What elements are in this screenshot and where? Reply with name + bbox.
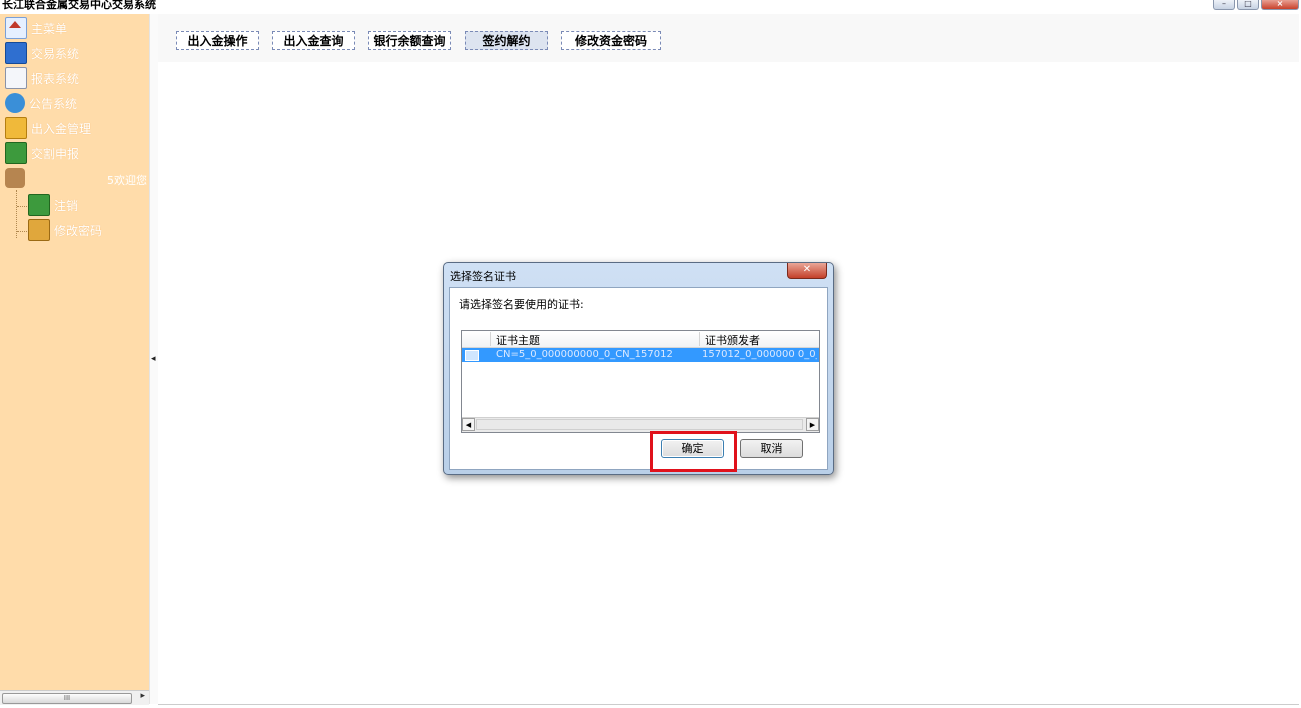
select-certificate-dialog: 选择签名证书 ✕ 请选择签名要使用的证书: 证书主题 证书颁发者 CN=5_0_… <box>443 262 834 475</box>
dialog-prompt: 请选择签名要使用的证书: <box>459 298 584 311</box>
deposit-withdraw-query-button[interactable]: 出入金查询 <box>272 31 355 50</box>
sidebar-item-label: 公告系统 <box>29 96 78 111</box>
window-title: 长江联合金属交易中心交易系统 <box>2 0 156 11</box>
sidebar: 主菜单 交易系统 报表系统 公告系统 出入金管理 交割申报 5欢迎您 注销 修改… <box>0 14 149 690</box>
sidebar-horizontal-scrollbar[interactable]: III ▸ <box>0 690 149 705</box>
sidebar-item-funds[interactable]: 出入金管理 <box>5 117 91 139</box>
tree-branch <box>17 206 27 207</box>
certificate-subject: CN=5_0_000000000_0_CN_157012 <box>496 349 673 360</box>
scroll-right-arrow-icon[interactable]: ▶ <box>806 418 819 431</box>
cup-icon <box>5 168 25 188</box>
sidebar-item-delivery[interactable]: 交割申报 <box>5 142 79 164</box>
certificate-icon <box>465 350 479 361</box>
sidebar-item-label: 交易系统 <box>31 46 80 61</box>
sidebar-item-label: 修改密码 <box>54 223 103 238</box>
cancel-button[interactable]: 取消 <box>740 439 803 458</box>
sidebar-item-label: 主菜单 <box>31 21 68 36</box>
column-header-issuer[interactable]: 证书颁发者 <box>699 332 819 347</box>
scroll-left-arrow-icon[interactable]: ◀ <box>462 418 475 431</box>
toolbar: 出入金操作 出入金查询 银行余额查询 签约解约 修改资金密码 <box>158 14 1299 62</box>
dialog-title: 选择签名证书 <box>450 270 516 283</box>
user-icon <box>5 142 27 164</box>
sign-cancel-contract-button[interactable]: 签约解约 <box>465 31 548 50</box>
certificate-list-scrollbar[interactable]: ◀ ▶ <box>462 417 819 432</box>
sidebar-item-label: 报表系统 <box>31 71 80 86</box>
chart-icon <box>5 67 27 89</box>
sidebar-item-logout[interactable]: 注销 <box>28 194 78 216</box>
user-icon <box>28 194 50 216</box>
sidebar-item-change-password[interactable]: 修改密码 <box>28 219 102 241</box>
annotation-highlight-box <box>650 431 737 472</box>
sidebar-item-reports[interactable]: 报表系统 <box>5 67 79 89</box>
dialog-body: 请选择签名要使用的证书: 证书主题 证书颁发者 CN=5_0_000000000… <box>449 287 828 470</box>
collapse-left-icon[interactable]: ◂ <box>151 354 156 364</box>
tree-branch <box>17 231 27 232</box>
certificate-list-header: 证书主题 证书颁发者 <box>462 331 819 348</box>
home-icon <box>5 17 27 39</box>
bank-balance-query-button[interactable]: 银行余额查询 <box>368 31 451 50</box>
sidebar-item-announcements[interactable]: 公告系统 <box>5 92 77 114</box>
sidebar-item-label: 出入金管理 <box>31 121 92 136</box>
certificate-issuer: 157012_0_000000 0_0_0_0 <box>702 349 817 360</box>
dialog-close-button[interactable]: ✕ <box>787 263 827 279</box>
sidebar-item-label: 注销 <box>54 198 79 213</box>
certificate-row[interactable]: CN=5_0_000000000_0_CN_157012 157012_0_00… <box>462 348 819 362</box>
scrollbar-thumb[interactable]: III <box>2 693 132 704</box>
sidebar-item-user[interactable] <box>5 167 29 189</box>
close-button[interactable]: × <box>1261 0 1299 10</box>
chat-icon <box>5 93 25 113</box>
key-icon <box>28 219 50 241</box>
welcome-text: 5欢迎您 <box>107 174 147 187</box>
maximize-button[interactable]: □ <box>1237 0 1259 10</box>
sidebar-item-main-menu[interactable]: 主菜单 <box>5 17 67 39</box>
monitor-icon <box>5 42 27 64</box>
certificate-list[interactable]: 证书主题 证书颁发者 CN=5_0_000000000_0_CN_157012 … <box>461 330 820 433</box>
sidebar-item-trading[interactable]: 交易系统 <box>5 42 79 64</box>
window-title-bar: 长江联合金属交易中心交易系统 – □ × <box>0 0 1301 12</box>
deposit-withdraw-button[interactable]: 出入金操作 <box>176 31 259 50</box>
sidebar-item-label: 交割申报 <box>31 146 80 161</box>
window-controls: – □ × <box>1213 0 1299 10</box>
money-icon <box>5 117 27 139</box>
minimize-button[interactable]: – <box>1213 0 1235 10</box>
scrollbar-track[interactable] <box>476 419 803 430</box>
column-header-subject[interactable]: 证书主题 <box>490 332 699 347</box>
scroll-right-arrow-icon[interactable]: ▸ <box>140 691 145 701</box>
change-fund-password-button[interactable]: 修改资金密码 <box>561 31 661 50</box>
